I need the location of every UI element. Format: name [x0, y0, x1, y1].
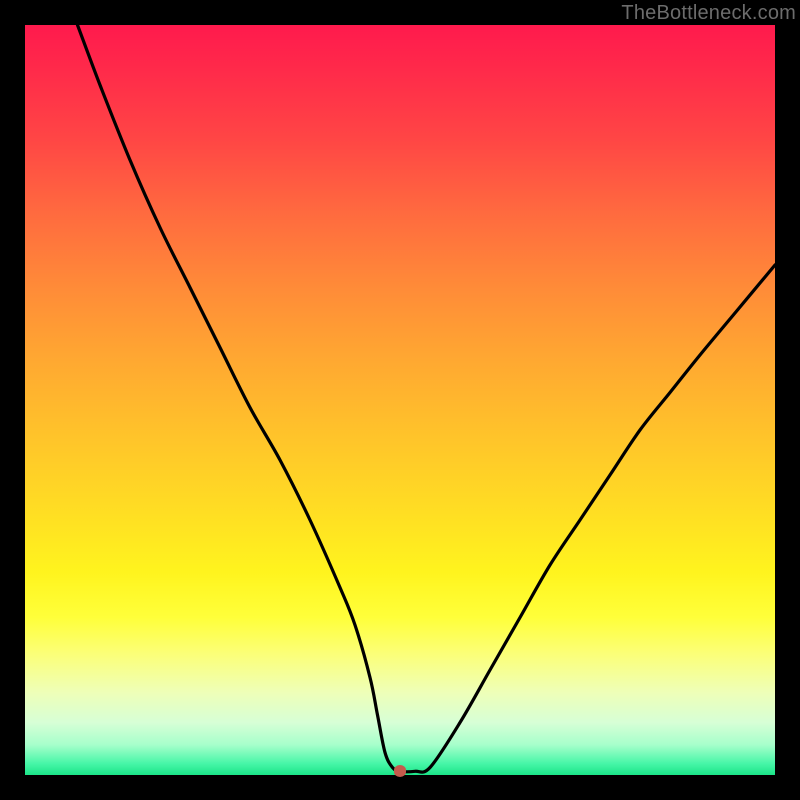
chart-frame: TheBottleneck.com: [0, 0, 800, 800]
plot-area: [25, 25, 775, 775]
watermark-text: TheBottleneck.com: [621, 2, 796, 25]
bottleneck-curve: [25, 25, 775, 775]
optimum-marker: [394, 765, 406, 777]
